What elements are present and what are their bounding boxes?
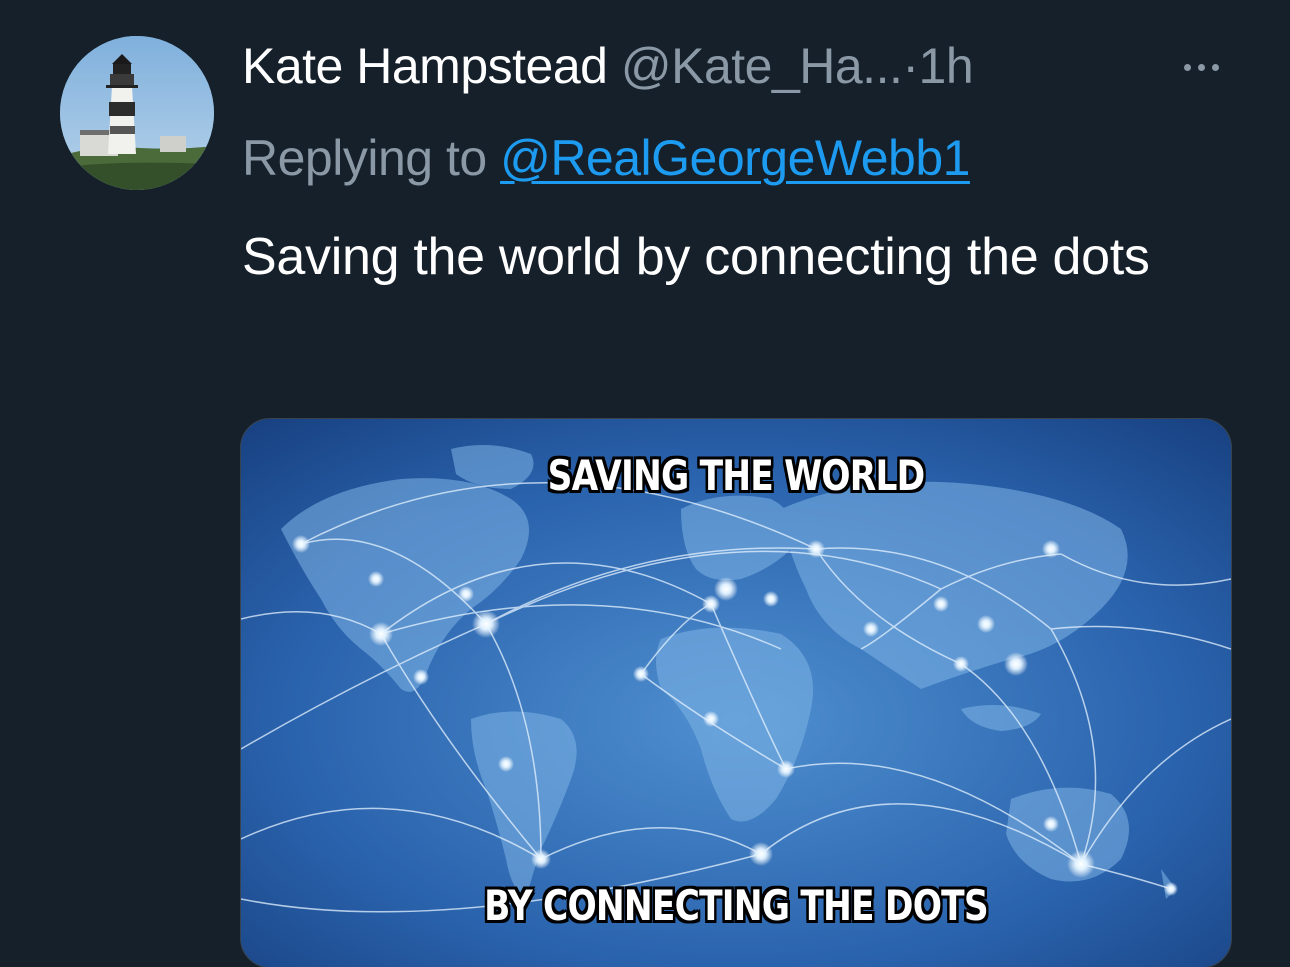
lighthouse-icon [60,36,214,190]
timestamp[interactable]: 1h [919,38,974,94]
user-handle[interactable]: @Kate_Ha... [621,38,903,94]
meme-caption-bottom: BY CONNECTING THE DOTS [484,881,988,930]
tweet: Kate Hampstead @Kate_Ha...·1h Replying t… [0,0,1290,967]
tweet-header: Kate Hampstead @Kate_Ha...·1h [242,34,974,98]
display-name[interactable]: Kate Hampstead [242,38,608,94]
replying-to: Replying to @RealGeorgeWebb1 [242,126,970,190]
tweet-media-image[interactable]: SAVING THE WORLD BY CONNECTING THE DOTS [240,418,1232,967]
tweet-text: Saving the world by connecting the dots [242,228,1150,286]
avatar[interactable] [60,36,214,190]
meme-caption-top: SAVING THE WORLD [547,451,926,500]
separator-dot: · [902,38,919,94]
replying-to-label: Replying to [242,130,487,186]
more-horizontal-icon[interactable] [1178,52,1226,82]
mention-link[interactable]: @RealGeorgeWebb1 [500,130,970,186]
